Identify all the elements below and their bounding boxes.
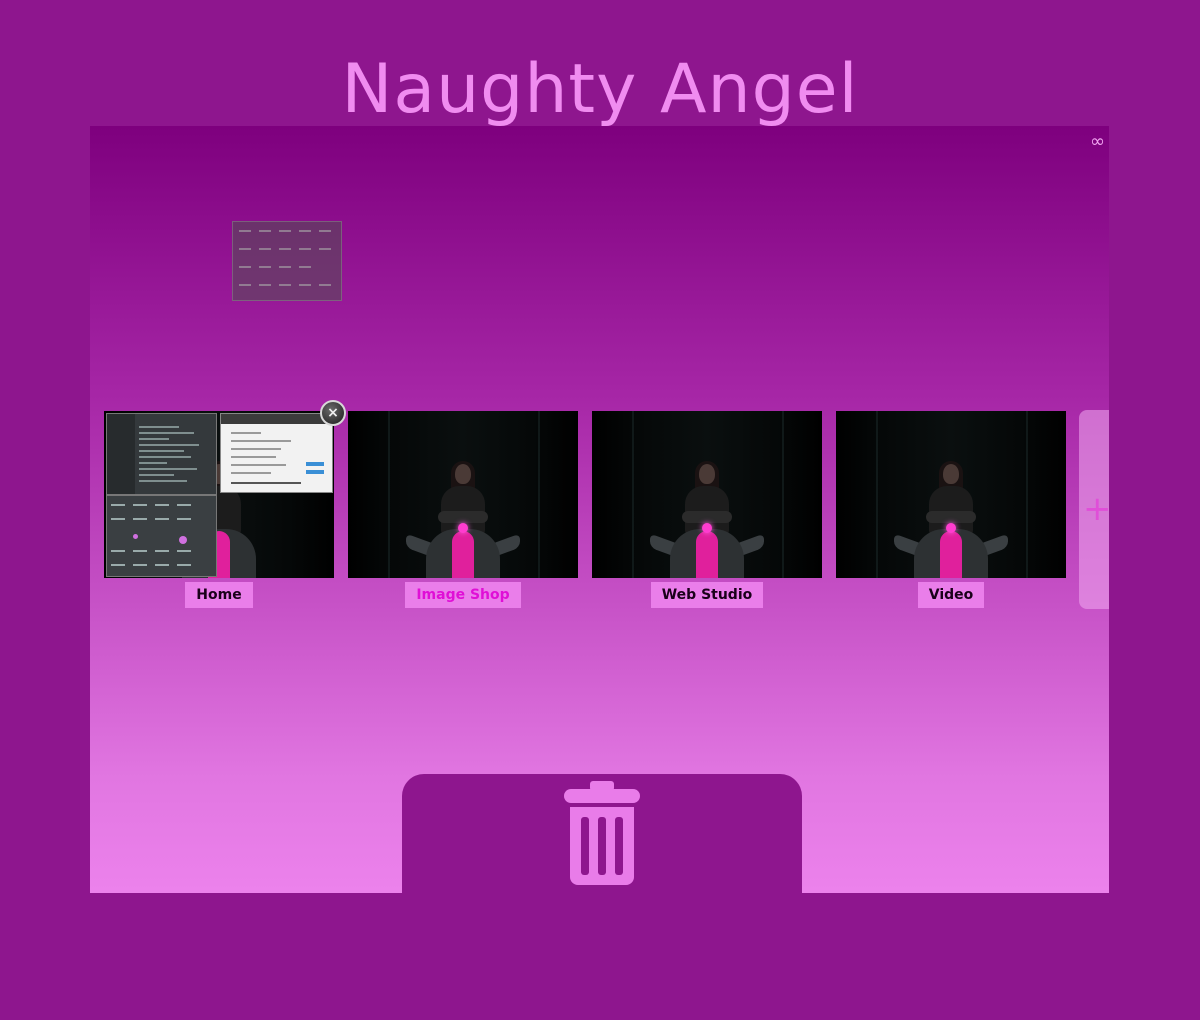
trash-icon: [564, 781, 640, 885]
workspace-video: Video: [836, 411, 1066, 608]
close-icon: ×: [327, 405, 339, 421]
workspace-thumbnail-home[interactable]: [104, 411, 334, 578]
window-preview-panel[interactable]: [106, 495, 217, 577]
workspace-image-shop: Image Shop: [348, 411, 578, 608]
dragged-window-preview[interactable]: [232, 221, 342, 301]
workspace-label-web-studio[interactable]: Web Studio: [650, 582, 764, 608]
workspace-web-studio: Web Studio: [592, 411, 822, 608]
add-workspace-button[interactable]: +: [1079, 410, 1109, 609]
plus-icon: +: [1083, 489, 1109, 529]
workspace-label-video[interactable]: Video: [917, 582, 985, 608]
window-preview-browser[interactable]: [220, 413, 333, 493]
workspace-overview: ∞ Home Image Shop Web Studio Video +: [90, 126, 1109, 893]
workspace-thumbnail-image-shop[interactable]: [348, 411, 578, 578]
workspace-label-image-shop[interactable]: Image Shop: [405, 582, 521, 608]
infinity-icon[interactable]: ∞: [1090, 132, 1105, 152]
workspace-thumbnail-web-studio[interactable]: [592, 411, 822, 578]
trash-drop-zone[interactable]: [402, 774, 802, 893]
workspace-label-home[interactable]: Home: [185, 582, 253, 608]
workspace-home: Home: [104, 411, 334, 608]
close-workspace-button[interactable]: ×: [320, 400, 346, 426]
window-preview-editor[interactable]: [106, 413, 217, 495]
app-title: Naughty Angel: [341, 50, 859, 129]
workspace-thumbnail-video[interactable]: [836, 411, 1066, 578]
